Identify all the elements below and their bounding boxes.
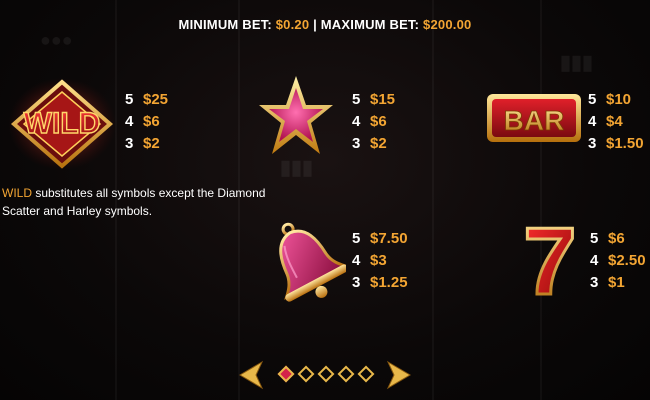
pay-row: 5 $7.50 (352, 228, 408, 250)
pay-count: 4 (588, 113, 597, 130)
page-indicator-4[interactable] (337, 365, 355, 383)
pay-row: 3 $1 (590, 272, 646, 294)
pay-amount: $15 (370, 91, 396, 108)
page-indicator-3[interactable] (317, 365, 335, 383)
max-bet-label: MAXIMUM BET: (320, 17, 424, 32)
pay-amount: $2.50 (608, 252, 646, 269)
previous-page-button[interactable] (238, 360, 264, 390)
pay-row: 5 $15 (352, 89, 395, 111)
seven-symbol-text: 7 (523, 214, 576, 300)
pay-count: 5 (590, 230, 599, 247)
background-decoration: ▮▮▮ (560, 52, 594, 74)
pay-row: 5 $10 (588, 89, 644, 111)
pay-row: 4 $2.50 (590, 250, 646, 272)
seven-paytable: 5 $6 4 $2.50 3 $1 (590, 228, 646, 294)
seven-icon: 7 (522, 207, 578, 317)
pay-amount: $3 (370, 252, 387, 269)
pay-amount: $6 (370, 113, 387, 130)
min-bet-value: $0.20 (275, 17, 310, 32)
pay-count: 5 (352, 230, 361, 247)
pay-count: 3 (352, 274, 361, 291)
pay-count: 3 (125, 135, 134, 152)
min-bet-label: MINIMUM BET: (178, 17, 276, 32)
star-icon (259, 76, 333, 154)
pay-count: 5 (352, 91, 361, 108)
pay-row: 4 $6 (125, 111, 168, 133)
pay-count: 4 (352, 113, 361, 130)
bar-paytable: 5 $10 4 $4 3 $1.50 (588, 89, 644, 155)
background-decoration: ●●● (40, 30, 73, 50)
bar-icon: BAR (487, 94, 581, 142)
star-paytable: 5 $15 4 $6 3 $2 (352, 89, 395, 155)
wild-symbol: WILD (6, 76, 118, 172)
pay-amount: $7.50 (370, 230, 408, 247)
wild-paytable: 5 $25 4 $6 3 $2 (125, 89, 168, 155)
bar-symbol: BAR (486, 93, 582, 143)
page-indicator-2[interactable] (297, 365, 315, 383)
pay-count: 5 (125, 91, 134, 108)
bar-symbol-text: BAR (504, 105, 565, 136)
pay-amount: $2 (370, 135, 387, 152)
next-page-button[interactable] (386, 360, 412, 390)
pay-row: 3 $2 (125, 133, 168, 155)
pay-count: 3 (352, 135, 361, 152)
star-symbol (257, 72, 335, 162)
wild-description-highlight: WILD (2, 186, 32, 200)
pay-amount: $2 (143, 135, 160, 152)
bet-limits: MINIMUM BET: $0.20 | MAXIMUM BET: $200.0… (0, 17, 650, 32)
bell-symbol (264, 216, 349, 306)
bet-separator: | (309, 17, 321, 32)
pay-count: 4 (125, 113, 134, 130)
pay-row: 4 $6 (352, 111, 395, 133)
wild-description: WILD substitutes all symbols except the … (2, 184, 282, 220)
background-reel-divider (432, 0, 434, 400)
bell-icon (279, 222, 349, 302)
seven-symbol: 7 (515, 207, 585, 317)
pay-amount: $4 (606, 113, 623, 130)
page-indicator-5[interactable] (357, 365, 375, 383)
pay-amount: $10 (606, 91, 632, 108)
pay-amount: $25 (143, 91, 169, 108)
pay-row: 5 $6 (590, 228, 646, 250)
page-indicator-1[interactable] (277, 365, 295, 383)
wild-symbol-text: WILD (24, 107, 101, 140)
pay-row: 3 $1.25 (352, 272, 408, 294)
wild-diamond-icon: WILD (8, 78, 116, 170)
pay-row: 4 $4 (588, 111, 644, 133)
background-reel-divider (540, 0, 542, 400)
pay-row: 4 $3 (352, 250, 408, 272)
pay-amount: $1.25 (370, 274, 408, 291)
pay-count: 4 (590, 252, 599, 269)
pay-row: 3 $2 (352, 133, 395, 155)
page-navigation (238, 360, 414, 390)
pay-row: 3 $1.50 (588, 133, 644, 155)
pay-amount: $1.50 (606, 135, 644, 152)
pay-count: 5 (588, 91, 597, 108)
bell-paytable: 5 $7.50 4 $3 3 $1.25 (352, 228, 408, 294)
pay-amount: $6 (143, 113, 160, 130)
wild-description-text: substitutes all symbols except the Diamo… (2, 186, 266, 218)
pay-amount: $6 (608, 230, 625, 247)
pay-count: 4 (352, 252, 361, 269)
pay-amount: $1 (608, 274, 625, 291)
pay-row: 5 $25 (125, 89, 168, 111)
max-bet-value: $200.00 (423, 17, 472, 32)
pay-count: 3 (588, 135, 597, 152)
pay-count: 3 (590, 274, 599, 291)
